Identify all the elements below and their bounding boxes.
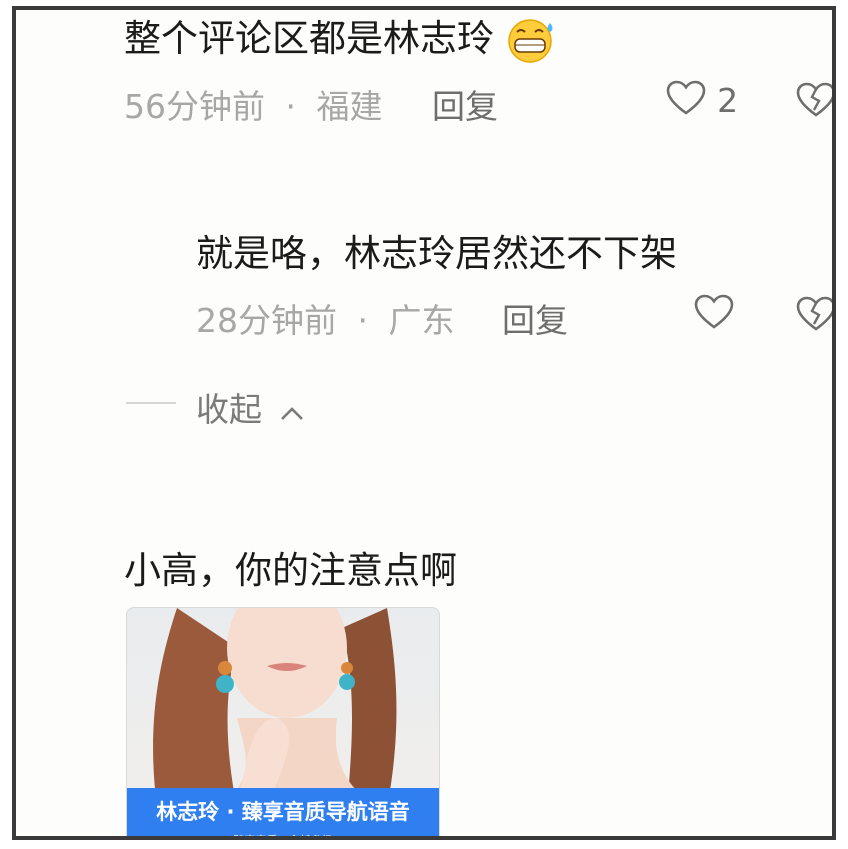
comment-1-meta: 56分钟前 · 福建 [124, 80, 383, 128]
comment-2-text: 就是咯，林志玲居然还不下架 [196, 232, 677, 275]
collapse-label: 收起 [196, 390, 262, 429]
comment-2-like-button[interactable] [694, 294, 734, 334]
comment-1-time: 56分钟前 [124, 87, 265, 126]
comment-2-meta: 28分钟前 · 广东 [196, 294, 455, 342]
comment-2-reply-button[interactable]: 回复 [502, 294, 568, 342]
voice-pack-title: 林志玲 · 臻享音质导航语音 [156, 800, 410, 824]
heart-icon [694, 294, 734, 334]
comment-section: 整个评论区都是林志玲 56分钟前 · 福建 回复 2 就是咯，林志玲居然还不下架… [12, 6, 836, 840]
broken-heart-icon [796, 296, 832, 336]
collapse-replies-button[interactable]: 收起 [196, 383, 305, 431]
voice-pack-subtitle: ═臻享音质，全新升级═ [127, 832, 439, 836]
voice-pack-banner: 林志玲 · 臻享音质导航语音 ═臻享音质，全新升级═ [127, 788, 439, 836]
portrait-illustration [153, 608, 397, 808]
voice-pack-card[interactable]: 林志玲 · 臻享音质导航语音 ═臻享音质，全新升级═ [126, 607, 440, 836]
comment-2-dislike-button[interactable] [796, 296, 832, 336]
comment-1-dislike-button[interactable] [796, 82, 832, 122]
meta-separator: · [285, 87, 297, 126]
comment-1-like-button[interactable]: 2 [666, 80, 738, 120]
grinning-sweat-emoji-icon [506, 18, 558, 63]
comment-1-reply-button[interactable]: 回复 [432, 80, 498, 128]
comment-3-text: 小高，你的注意点啊 [124, 549, 457, 592]
comment-1-text: 整个评论区都是林志玲 [124, 10, 558, 63]
comment-2-location: 广东 [388, 301, 455, 340]
meta-separator: · [357, 301, 369, 340]
chevron-up-icon [279, 392, 305, 431]
comment-1-like-count: 2 [717, 80, 739, 120]
collapse-divider [126, 402, 176, 404]
comment-2-time: 28分钟前 [196, 301, 337, 340]
heart-icon [666, 80, 706, 120]
comment-1-body: 整个评论区都是林志玲 [124, 17, 494, 60]
broken-heart-icon [796, 82, 832, 122]
comment-1-location: 福建 [316, 87, 383, 126]
